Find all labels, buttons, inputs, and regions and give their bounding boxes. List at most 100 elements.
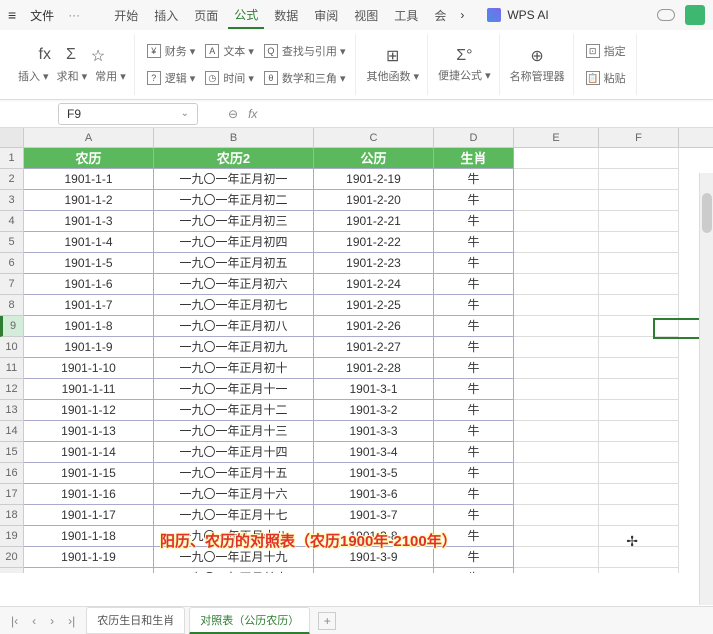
cell[interactable]: [599, 253, 679, 274]
cell[interactable]: [514, 547, 599, 568]
ribbon-item[interactable]: ¥财务 ▾: [147, 41, 196, 62]
cell[interactable]: [514, 505, 599, 526]
fx-icon[interactable]: fx: [248, 107, 257, 121]
table-header[interactable]: 生肖: [434, 148, 514, 169]
ribbon-item[interactable]: θ数学和三角 ▾: [264, 68, 346, 89]
cell[interactable]: [514, 316, 599, 337]
cell[interactable]: [599, 232, 679, 253]
cell[interactable]: 1901-1-10: [24, 358, 154, 379]
cell[interactable]: 1901-3-2: [314, 400, 434, 421]
cell[interactable]: 牛: [434, 505, 514, 526]
cell[interactable]: [514, 379, 599, 400]
ribbon-tab-2[interactable]: 页面: [188, 3, 224, 28]
ribbon-group-names[interactable]: ⊕ 名称管理器: [502, 34, 574, 95]
cell[interactable]: 一九〇一年正月十九: [154, 547, 314, 568]
cell[interactable]: [599, 568, 679, 573]
row-header[interactable]: 14: [0, 421, 24, 442]
cell[interactable]: 一九〇一年正月初八: [154, 316, 314, 337]
cell[interactable]: 1901-1-14: [24, 442, 154, 463]
cell[interactable]: 1901-1-17: [24, 505, 154, 526]
cell[interactable]: 1901-1-16: [24, 484, 154, 505]
cell[interactable]: 1901-2-26: [314, 316, 434, 337]
cell[interactable]: 1901-1-1: [24, 169, 154, 190]
row-header[interactable]: 9: [0, 316, 24, 337]
cell[interactable]: 一九〇一年正月初七: [154, 295, 314, 316]
cell[interactable]: [514, 232, 599, 253]
cell[interactable]: 一九〇一年正月初四: [154, 232, 314, 253]
cell[interactable]: [599, 169, 679, 190]
ribbon-icon[interactable]: Σ: [66, 46, 76, 66]
ribbon-icon[interactable]: ☆: [91, 46, 105, 66]
ribbon-tab-6[interactable]: 视图: [348, 3, 384, 28]
row-header[interactable]: 10: [0, 337, 24, 358]
row-header[interactable]: 20: [0, 547, 24, 568]
cell[interactable]: [514, 421, 599, 442]
name-box-dropdown-icon[interactable]: ⌄: [181, 108, 189, 119]
row-header[interactable]: 12: [0, 379, 24, 400]
ribbon-item[interactable]: ?逻辑 ▾: [147, 68, 196, 89]
more-icon[interactable]: ···: [68, 8, 80, 22]
row-header[interactable]: 21: [0, 568, 24, 573]
cell[interactable]: 一九〇一年正月十八: [154, 526, 314, 547]
ribbon-item[interactable]: Q查找与引用 ▾: [264, 41, 346, 62]
assign-button[interactable]: ⊡指定: [586, 41, 626, 62]
cell[interactable]: [514, 148, 599, 169]
cell[interactable]: 牛: [434, 190, 514, 211]
cell[interactable]: 一九〇一年正月十四: [154, 442, 314, 463]
sheet-nav-first[interactable]: |‹: [8, 614, 21, 628]
cell[interactable]: [599, 190, 679, 211]
cell[interactable]: 1901-2-19: [314, 169, 434, 190]
ribbon-group-other[interactable]: ⊞ 其他函数 ▾: [358, 34, 428, 95]
zoom-out-icon[interactable]: ⊖: [228, 107, 238, 121]
ribbon-label[interactable]: 插入 ▾: [18, 68, 49, 84]
cell[interactable]: [599, 484, 679, 505]
cell[interactable]: 牛: [434, 463, 514, 484]
cell[interactable]: 1901-2-25: [314, 295, 434, 316]
ribbon-tab-1[interactable]: 插入: [148, 3, 184, 28]
cell[interactable]: 牛: [434, 274, 514, 295]
cell[interactable]: [599, 547, 679, 568]
row-header[interactable]: 17: [0, 484, 24, 505]
cell[interactable]: [514, 463, 599, 484]
ribbon-tab-7[interactable]: 工具: [388, 3, 424, 28]
cell[interactable]: 牛: [434, 295, 514, 316]
cell[interactable]: 1901-3-3: [314, 421, 434, 442]
cell[interactable]: [514, 442, 599, 463]
ribbon-tab-8[interactable]: 会: [428, 3, 452, 28]
cell[interactable]: 1901-3-5: [314, 463, 434, 484]
row-header[interactable]: 5: [0, 232, 24, 253]
ribbon-icon[interactable]: fx: [39, 46, 51, 66]
cell[interactable]: [599, 400, 679, 421]
col-header-c[interactable]: C: [314, 128, 434, 147]
cell[interactable]: 1901-3-8: [314, 526, 434, 547]
cell[interactable]: 1901-2-24: [314, 274, 434, 295]
cell[interactable]: [514, 274, 599, 295]
cell[interactable]: 牛: [434, 568, 514, 573]
paste-button[interactable]: 📋粘贴: [586, 68, 626, 89]
cell[interactable]: [599, 358, 679, 379]
row-header[interactable]: 19: [0, 526, 24, 547]
cell[interactable]: 牛: [434, 526, 514, 547]
table-header[interactable]: 公历: [314, 148, 434, 169]
cell[interactable]: [514, 337, 599, 358]
sheet-tab[interactable]: 农历生日和生肖: [86, 607, 185, 634]
row-header[interactable]: 8: [0, 295, 24, 316]
cell[interactable]: 1901-3-10: [314, 568, 434, 573]
cell[interactable]: 1901-1-8: [24, 316, 154, 337]
cell[interactable]: [514, 169, 599, 190]
cell[interactable]: 1901-3-6: [314, 484, 434, 505]
col-header-b[interactable]: B: [154, 128, 314, 147]
cell[interactable]: [514, 526, 599, 547]
cell[interactable]: [514, 358, 599, 379]
col-header-d[interactable]: D: [434, 128, 514, 147]
row-header[interactable]: 16: [0, 463, 24, 484]
wps-ai-button[interactable]: WPS AI: [487, 8, 548, 22]
cell[interactable]: 1901-1-18: [24, 526, 154, 547]
user-avatar[interactable]: [685, 5, 705, 25]
cell[interactable]: 一九〇一年正月十七: [154, 505, 314, 526]
cell[interactable]: 1901-2-28: [314, 358, 434, 379]
vertical-scrollbar[interactable]: [699, 173, 713, 605]
cell[interactable]: [599, 211, 679, 232]
cell[interactable]: 1901-1-9: [24, 337, 154, 358]
cell[interactable]: 牛: [434, 253, 514, 274]
